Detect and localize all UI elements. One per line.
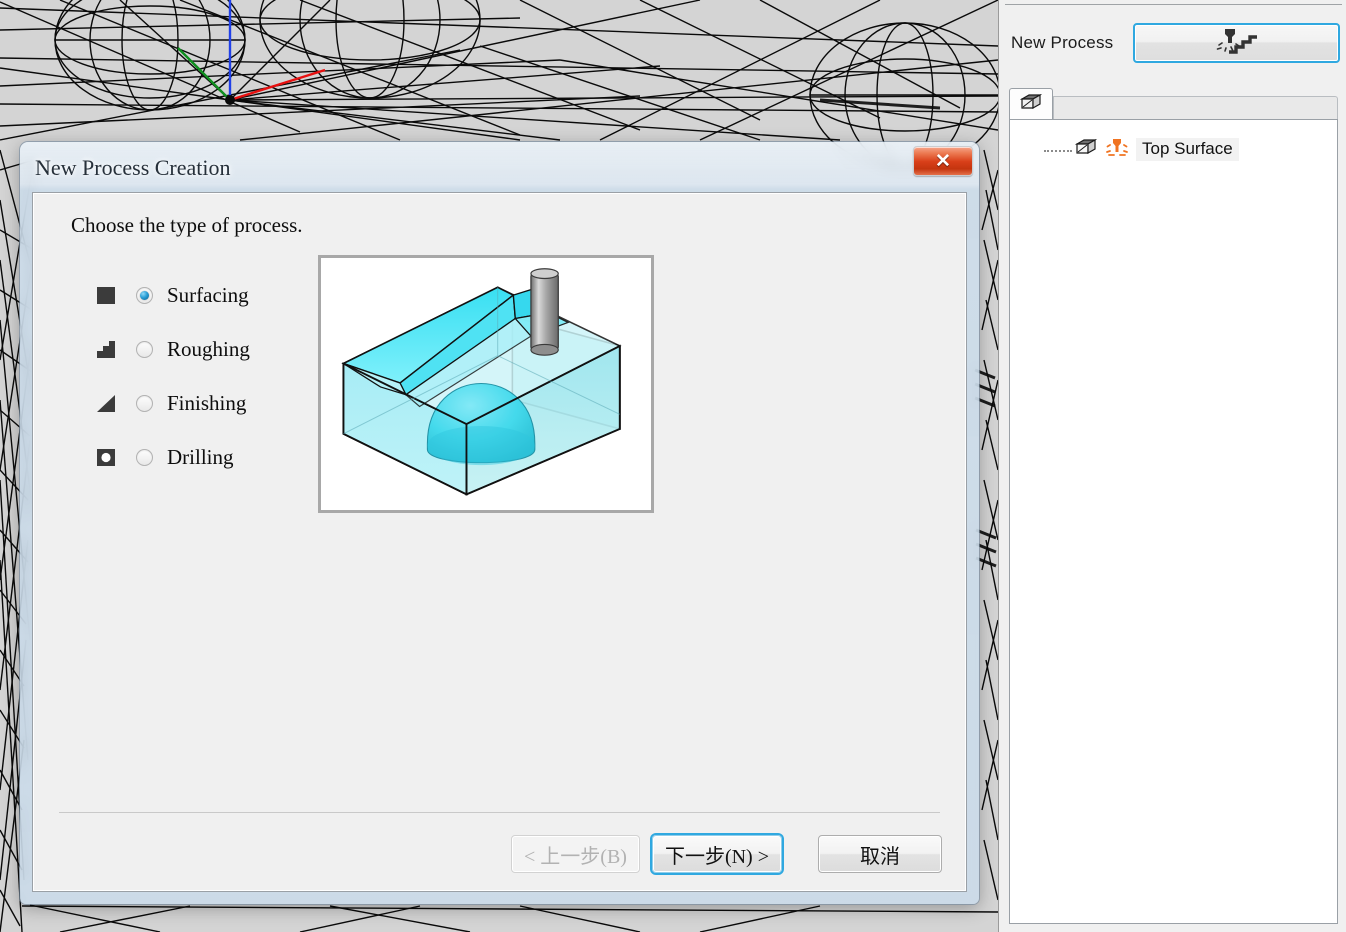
orange-tool-icon [1105,136,1129,163]
dialog-titlebar[interactable]: New Process Creation ✕ [20,142,979,192]
option-label-finishing: Finishing [167,390,247,415]
radio-drilling[interactable] [136,448,153,466]
back-button-label: < 上一步(B) [524,845,627,868]
3d-box-icon [1074,137,1098,162]
right-dock-panel: New Process Top Surface [998,0,1346,932]
button-separator [59,812,940,813]
staircase-step-icon [95,337,121,361]
new-process-button[interactable] [1133,23,1340,63]
dialog-title: New Process Creation [35,155,231,180]
model-tree-panel[interactable]: Top Surface [1009,119,1338,924]
option-surfacing[interactable]: Surfacing [95,268,250,322]
process-type-option-list: Surfacing Roughing Finishing Drilling [95,268,250,484]
tree-item-label: Top Surface [1136,137,1239,161]
dialog-body: Choose the type of process. Surfacing Ro… [32,192,967,892]
new-process-creation-dialog: New Process Creation ✕ Choose the type o… [20,142,979,904]
option-label-surfacing: Surfacing [167,282,249,307]
next-button[interactable]: 下一步(N) > [651,835,782,873]
dialog-button-row: < 上一步(B) 下一步(N) > 取消 [511,835,942,873]
close-icon: ✕ [935,150,951,172]
prompt-text: Choose the type of process. [71,213,303,237]
radio-finishing[interactable] [136,394,153,412]
square-with-hole-icon [95,445,121,469]
cancel-button[interactable]: 取消 [818,835,942,873]
tree-item-top-surface[interactable]: Top Surface [1044,136,1337,162]
surfacing-preview-illustration [341,268,622,496]
cutting-tool-step-icon [1209,27,1265,60]
close-button[interactable]: ✕ [913,146,973,176]
solid-square-icon [95,283,121,307]
option-roughing[interactable]: Roughing [95,322,250,376]
process-preview-image [318,255,654,513]
cancel-button-label: 取消 [860,845,900,868]
option-label-drilling: Drilling [167,444,234,469]
panel-top-divider [1005,4,1342,5]
panel-tab-strip [1009,88,1338,120]
tab-strip-filler [1053,96,1338,120]
3d-box-icon [1019,92,1043,117]
radio-roughing[interactable] [136,340,153,358]
option-finishing[interactable]: Finishing [95,376,250,430]
tab-model-tree[interactable] [1009,88,1053,120]
new-process-label: New Process [1011,33,1114,52]
app-root: New Process Top Surface New Process Crea… [0,0,1346,932]
right-triangle-icon [95,391,121,415]
next-button-label: 下一步(N) > [664,845,769,868]
radio-surfacing[interactable] [136,286,153,304]
tree-connector-dots [1044,150,1072,152]
new-process-row: New Process [1007,20,1340,66]
option-label-roughing: Roughing [167,336,250,361]
option-drilling[interactable]: Drilling [95,430,250,484]
back-button[interactable]: < 上一步(B) [511,835,640,873]
